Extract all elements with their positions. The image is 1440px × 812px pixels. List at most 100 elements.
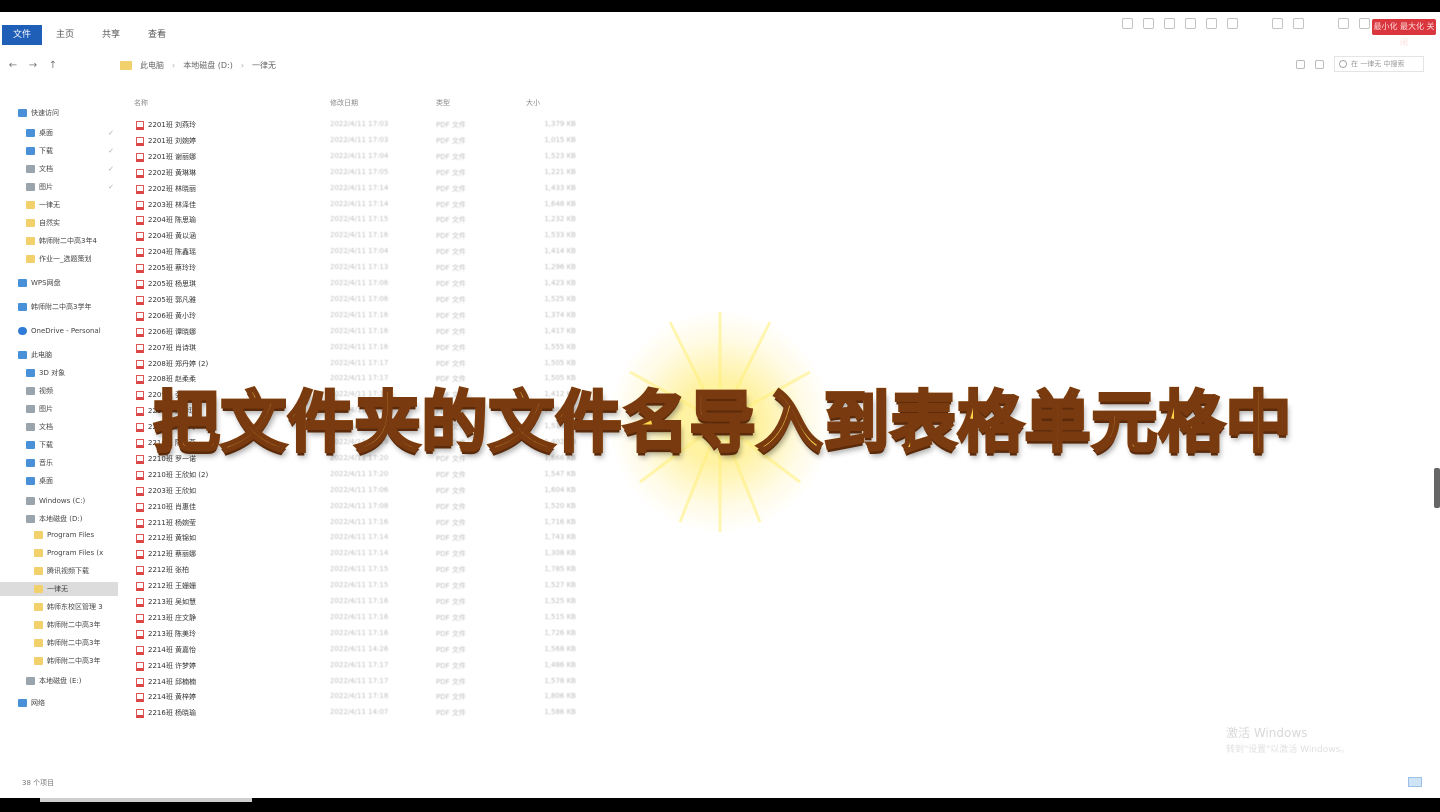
file-row[interactable]: 2216班 杨晓瑜 2022/4/11 14:07 PDF 文件 1,586 KB <box>130 706 600 720</box>
sidebar-item[interactable]: 3D 对象 <box>0 366 118 380</box>
sidebar-item[interactable]: 图片 <box>0 402 118 416</box>
file-row[interactable]: 2211班 杨婉莹 2022/4/11 17:16 PDF 文件 1,716 KB <box>130 516 600 530</box>
sidebar-item[interactable]: 下载 ✓ <box>0 144 118 158</box>
file-row[interactable]: 2203班 王欣如 2022/4/11 17:06 PDF 文件 1,604 KB <box>130 484 600 498</box>
breadcrumb-item[interactable]: 一律无 <box>252 60 276 71</box>
video-progress-bar[interactable] <box>40 798 252 802</box>
sidebar-item[interactable]: 一律无 <box>0 582 118 596</box>
details-view-icon[interactable] <box>1408 777 1422 787</box>
breadcrumb[interactable]: 此电脑 › 本地磁盘 (D:) › 一律无 <box>120 60 276 71</box>
file-row[interactable]: 2213班 陈美玲 2022/4/11 17:16 PDF 文件 1,726 KB <box>130 627 600 641</box>
tab-file[interactable]: 文件 <box>2 25 42 45</box>
file-row[interactable]: 2214班 邱楠楠 2022/4/11 17:17 PDF 文件 1,578 KB <box>130 675 600 689</box>
move-icon[interactable] <box>1206 18 1217 29</box>
select-icon[interactable] <box>1359 18 1370 29</box>
file-row[interactable]: 2205班 郭凡雅 2022/4/11 17:06 PDF 文件 1,525 KB <box>130 293 600 307</box>
sidebar-item[interactable]: 韩师附二中高3年 <box>0 636 118 650</box>
file-row[interactable]: 2214班 黄嘉怡 2022/4/11 14:26 PDF 文件 1,568 KB <box>130 643 600 657</box>
file-row[interactable]: 2204班 黄以涵 2022/4/11 17:16 PDF 文件 1,533 KB <box>130 229 600 243</box>
tab-home[interactable]: 主页 <box>42 25 88 45</box>
file-row[interactable]: 2204班 陈鑫瑶 2022/4/11 17:04 PDF 文件 1,414 KB <box>130 245 600 259</box>
sidebar-item[interactable]: 本地磁盘 (D:) <box>0 512 118 526</box>
file-row[interactable]: 2212班 王姗姗 2022/4/11 17:15 PDF 文件 1,527 KB <box>130 579 600 593</box>
rename-icon[interactable] <box>1227 18 1238 29</box>
sidebar-item[interactable]: 本地磁盘 (E:) <box>0 674 118 688</box>
file-row[interactable]: 2210班 王欣如 (2) 2022/4/11 17:20 PDF 文件 1,547 … <box>130 468 600 482</box>
copy-icon[interactable] <box>1143 18 1154 29</box>
file-row[interactable]: 2214班 黄梓婷 2022/4/11 17:18 PDF 文件 1,806 KB <box>130 690 600 704</box>
sidebar-item[interactable]: 文档 <box>0 420 118 434</box>
sidebar-item[interactable]: 快速访问 <box>0 106 118 120</box>
breadcrumb-item[interactable]: 本地磁盘 (D:) <box>183 60 233 71</box>
dropdown-icon[interactable] <box>1296 59 1305 69</box>
refresh-icon[interactable] <box>1315 59 1324 69</box>
scrollbar-thumb[interactable] <box>1434 468 1440 508</box>
sidebar-item[interactable]: 此电脑 <box>0 348 118 362</box>
sidebar-item[interactable]: 下载 <box>0 438 118 452</box>
breadcrumb-item[interactable]: 此电脑 <box>140 60 164 71</box>
sidebar-item[interactable]: 视频 <box>0 384 118 398</box>
up-arrow-icon[interactable]: ↑ <box>46 60 60 71</box>
pin-icon[interactable]: ✓ <box>108 147 114 155</box>
sidebar-item[interactable]: Program Files <box>0 528 118 542</box>
sidebar-item-label: 桌面 <box>39 129 53 137</box>
pin-icon[interactable]: ✓ <box>108 183 114 191</box>
sidebar-item[interactable]: 腾讯视频下载 <box>0 564 118 578</box>
tab-view[interactable]: 查看 <box>134 25 180 45</box>
sidebar-item[interactable]: 图片 ✓ <box>0 180 118 194</box>
file-row[interactable]: 2205班 蔡玲玲 2022/4/11 17:13 PDF 文件 1,296 KB <box>130 261 600 275</box>
sidebar-item[interactable]: 作业一_选题策划 <box>0 252 118 266</box>
file-row[interactable]: 2207班 肖诗琪 2022/4/11 17:16 PDF 文件 1,555 KB <box>130 341 600 355</box>
open-icon[interactable] <box>1338 18 1349 29</box>
tab-share[interactable]: 共享 <box>88 25 134 45</box>
pin-icon[interactable]: ✓ <box>108 165 114 173</box>
sidebar-item[interactable]: 桌面 <box>0 474 118 488</box>
sidebar-item[interactable]: 文档 ✓ <box>0 162 118 176</box>
sidebar-item[interactable]: 韩师附二中高3年 <box>0 654 118 668</box>
cut-icon[interactable] <box>1185 18 1196 29</box>
new-folder-icon[interactable] <box>1272 18 1283 29</box>
file-row[interactable]: 2202班 黄琳琳 2022/4/11 17:05 PDF 文件 1,221 KB <box>130 166 600 180</box>
file-row[interactable]: 2202班 林晓丽 2022/4/11 17:14 PDF 文件 1,433 KB <box>130 182 600 196</box>
sidebar-item[interactable]: 音乐 <box>0 456 118 470</box>
sidebar-item[interactable]: Program Files (x <box>0 546 118 560</box>
header-date[interactable]: 修改日期 <box>330 98 358 108</box>
sidebar-item[interactable]: 韩师附二中高3学年 <box>0 300 118 314</box>
file-row[interactable]: 2212班 黄锦如 2022/4/11 17:14 PDF 文件 1,743 KB <box>130 531 600 545</box>
sidebar-item[interactable]: 桌面 ✓ <box>0 126 118 140</box>
sidebar-item[interactable]: Windows (C:) <box>0 494 118 508</box>
file-row[interactable]: 2205班 杨思琪 2022/4/11 17:06 PDF 文件 1,423 KB <box>130 277 600 291</box>
sidebar-item[interactable]: 自然实 <box>0 216 118 230</box>
properties-icon[interactable] <box>1293 18 1304 29</box>
search-input[interactable]: 在 一律无 中搜索 <box>1334 56 1424 72</box>
file-row[interactable]: 2201班 谢丽娜 2022/4/11 17:04 PDF 文件 1,523 KB <box>130 150 600 164</box>
file-row[interactable]: 2210班 肖惠佳 2022/4/11 17:08 PDF 文件 1,520 KB <box>130 500 600 514</box>
file-row[interactable]: 2213班 庄文静 2022/4/11 17:16 PDF 文件 1,515 KB <box>130 611 600 625</box>
sidebar-item[interactable]: 韩师附二中高3年 <box>0 618 118 632</box>
pin-icon[interactable]: ✓ <box>108 129 114 137</box>
file-row[interactable]: 2201班 刘燕玲 2022/4/11 17:03 PDF 文件 1,379 KB <box>130 118 600 132</box>
file-row[interactable]: 2212班 蔡丽娜 2022/4/11 17:14 PDF 文件 1,308 KB <box>130 547 600 561</box>
file-row[interactable]: 2206班 黄小玲 2022/4/11 17:16 PDF 文件 1,374 KB <box>130 309 600 323</box>
header-size[interactable]: 大小 <box>526 98 540 108</box>
sidebar-item[interactable]: WPS网盘 <box>0 276 118 290</box>
file-row[interactable]: 2206班 谭晓娜 2022/4/11 17:16 PDF 文件 1,417 KB <box>130 325 600 339</box>
sidebar-item[interactable]: 韩师东校区管理 3 <box>0 600 118 614</box>
file-row[interactable]: 2203班 林泽佳 2022/4/11 17:14 PDF 文件 1,648 KB <box>130 198 600 212</box>
sidebar-item[interactable]: OneDrive - Personal <box>0 324 118 338</box>
pen-icon[interactable] <box>1122 18 1133 29</box>
file-row[interactable]: 2212班 张柏 2022/4/11 17:15 PDF 文件 1,785 KB <box>130 563 600 577</box>
sidebar-item[interactable]: 网络 <box>0 696 118 710</box>
file-row[interactable]: 2204班 陈思瑜 2022/4/11 17:15 PDF 文件 1,232 KB <box>130 213 600 227</box>
file-row[interactable]: 2201班 刘婉婷 2022/4/11 17:03 PDF 文件 1,015 KB <box>130 134 600 148</box>
forward-arrow-icon[interactable]: → <box>26 60 40 71</box>
back-arrow-icon[interactable]: ← <box>6 60 20 71</box>
paste-icon[interactable] <box>1164 18 1175 29</box>
file-row[interactable]: 2213班 吴如慧 2022/4/11 17:16 PDF 文件 1,525 KB <box>130 595 600 609</box>
sidebar-item[interactable]: 一律无 <box>0 198 118 212</box>
file-row[interactable]: 2214班 许梦婷 2022/4/11 17:17 PDF 文件 1,486 KB <box>130 659 600 673</box>
sidebar-item[interactable]: 韩师附二中高3年4 <box>0 234 118 248</box>
header-name[interactable]: 名称 <box>134 98 148 108</box>
close-button[interactable]: 最小化 最大化 关闭 <box>1372 19 1436 47</box>
header-type[interactable]: 类型 <box>436 98 450 108</box>
